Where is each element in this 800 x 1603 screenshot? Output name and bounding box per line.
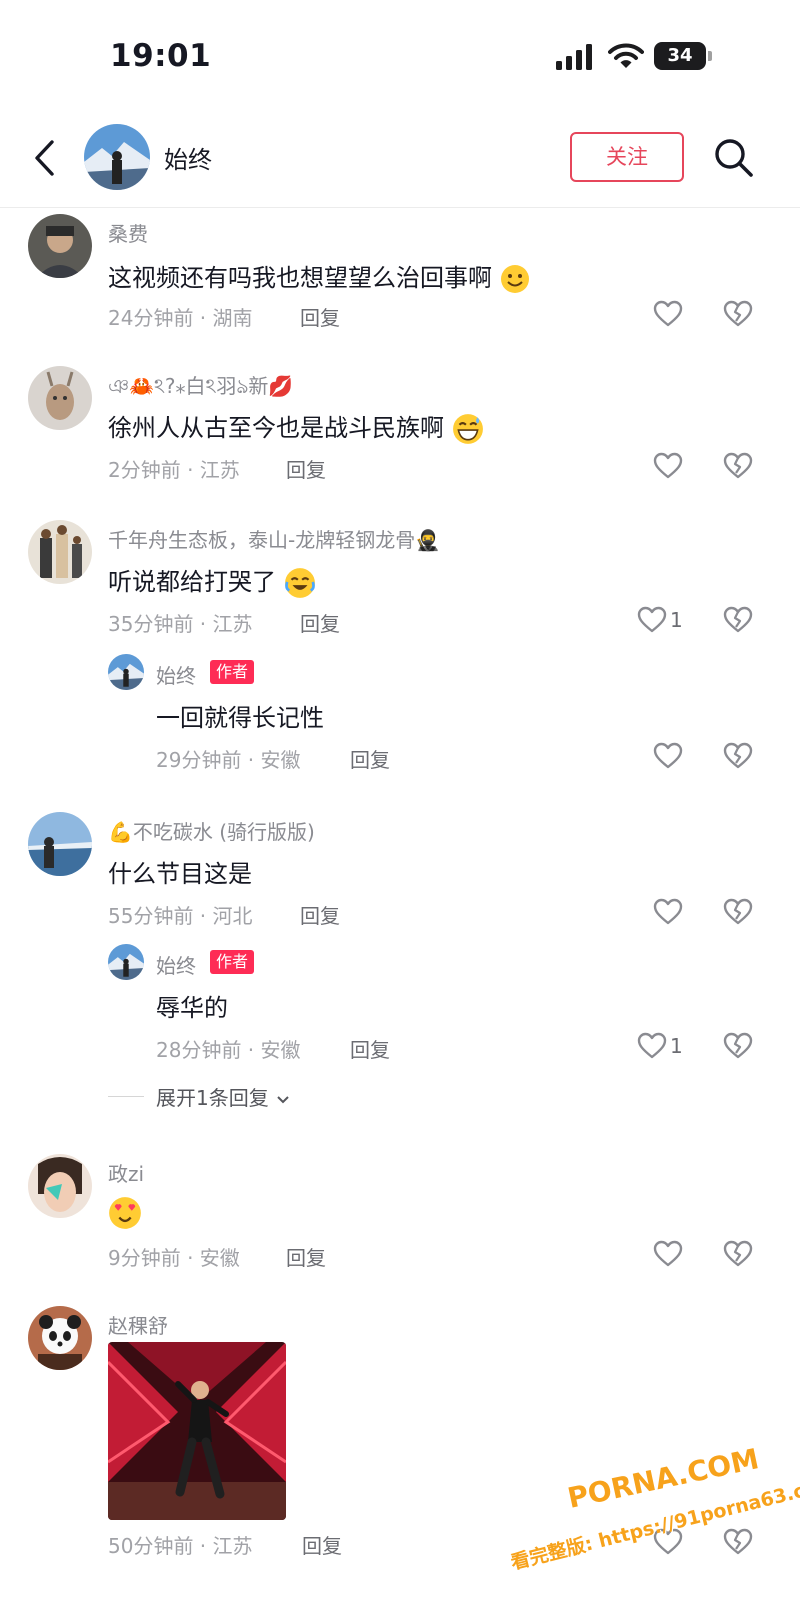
commenter-avatar[interactable]: [28, 1306, 92, 1370]
dislike-broken-heart-icon[interactable]: [722, 1526, 754, 1558]
commenter-avatar[interactable]: [28, 812, 92, 876]
reply-button[interactable]: 回复: [286, 1242, 326, 1271]
battery-level: 34: [667, 45, 693, 66]
dislike-broken-heart-icon[interactable]: [722, 1030, 754, 1062]
comment-text: 这视频还有吗我也想望望么治回事啊: [108, 258, 530, 294]
dislike-broken-heart-icon[interactable]: [722, 1238, 754, 1270]
like-count: 1: [670, 1034, 683, 1058]
commenter-avatar[interactable]: [28, 1154, 92, 1218]
search-icon[interactable]: [712, 136, 756, 180]
like-heart-icon[interactable]: [652, 298, 684, 330]
replier-name[interactable]: 始终: [156, 660, 196, 689]
commenter-name[interactable]: 千年舟生态板，泰山-龙牌轻钢龙骨🥷: [108, 524, 440, 553]
reply-text: 辱华的: [156, 994, 228, 1022]
dislike-broken-heart-icon[interactable]: [722, 298, 754, 330]
comment-text: 徐州人从古至今也是战斗民族啊: [108, 408, 484, 445]
grin-sweat-emoji-icon: [452, 414, 483, 444]
like-count: 1: [670, 608, 683, 632]
comment-text-body: 听说都给打哭了: [108, 568, 276, 596]
status-bar: 19:01 34: [0, 0, 800, 110]
author-badge: 作者: [210, 660, 255, 684]
reply-time-location: 28分钟前 · 安徽: [156, 1038, 301, 1062]
dislike-broken-heart-icon[interactable]: [722, 740, 754, 772]
wifi-icon: [608, 43, 644, 68]
like-heart-icon[interactable]: [652, 740, 684, 772]
video-header: 始终 关注: [0, 110, 800, 208]
commenter-avatar[interactable]: [28, 214, 92, 278]
like-heart-icon[interactable]: [636, 1030, 668, 1062]
reply-button[interactable]: 回复: [300, 608, 340, 637]
comment-time-location: 9分钟前 · 安徽: [108, 1246, 240, 1270]
comment-text: 什么节目这是: [108, 860, 252, 888]
comment-time-location: 24分钟前 · 湖南: [108, 306, 253, 330]
dislike-broken-heart-icon[interactable]: [722, 450, 754, 482]
reply-button[interactable]: 回复: [286, 454, 326, 483]
dislike-broken-heart-icon[interactable]: [722, 604, 754, 636]
battery-icon: 34: [654, 42, 706, 70]
status-time: 19:01: [110, 38, 212, 74]
replier-avatar[interactable]: [108, 944, 144, 980]
commenter-avatar[interactable]: [28, 366, 92, 430]
smile-emoji-icon: [500, 265, 529, 293]
like-heart-icon[interactable]: [652, 1238, 684, 1270]
comment-time-location: 2分钟前 · 江苏: [108, 458, 240, 482]
reply-button[interactable]: 回复: [300, 302, 340, 331]
chevron-down-icon: [277, 1095, 289, 1103]
reply-button[interactable]: 回复: [350, 1034, 390, 1063]
like-heart-icon[interactable]: [652, 896, 684, 928]
reply-time-location: 29分钟前 · 安徽: [156, 748, 301, 772]
crying-laughing-emoji-icon: [284, 568, 315, 598]
comment-time-location: 50分钟前 · 江苏: [108, 1534, 253, 1558]
expand-divider: [108, 1096, 144, 1097]
reply-text: 一回就得长记性: [156, 704, 324, 732]
reply-button[interactable]: 回复: [302, 1530, 342, 1559]
like-heart-icon[interactable]: [652, 450, 684, 482]
heart-eyes-emoji-icon: [109, 1197, 141, 1229]
back-arrow-icon[interactable]: [30, 136, 58, 180]
commenter-name[interactable]: ঞ🦀ঽ?⁎白ঽ羽ঌ新💋: [108, 370, 293, 405]
expand-replies-label: 展开1条回复: [156, 1086, 269, 1110]
author-badge: 作者: [210, 950, 255, 974]
commenter-avatar[interactable]: [28, 520, 92, 584]
replier-avatar[interactable]: [108, 654, 144, 690]
comment-time-location: 55分钟前 · 河北: [108, 904, 253, 928]
reply-button[interactable]: 回复: [300, 900, 340, 929]
comment-text: [108, 1196, 142, 1230]
comment-text-body: 徐州人从古至今也是战斗民族啊: [108, 414, 444, 442]
dislike-broken-heart-icon[interactable]: [722, 896, 754, 928]
commenter-name[interactable]: 政zi: [108, 1158, 144, 1187]
comment-text: 听说都给打哭了: [108, 562, 316, 599]
follow-button[interactable]: 关注: [570, 132, 684, 182]
like-heart-icon[interactable]: [636, 604, 668, 636]
battery-tip: [708, 51, 712, 61]
author-name[interactable]: 始终: [164, 140, 212, 175]
commenter-name[interactable]: 💪不吃碳水 (骑行版版): [108, 816, 315, 845]
expand-replies-button[interactable]: 展开1条回复: [156, 1082, 291, 1111]
comment-time-location: 35分钟前 · 江苏: [108, 612, 253, 636]
cellular-signal-icon: [556, 44, 592, 70]
replier-name[interactable]: 始终: [156, 950, 196, 979]
comment-text-body: 这视频还有吗我也想望望么治回事啊: [108, 264, 492, 292]
reply-button[interactable]: 回复: [350, 744, 390, 773]
commenter-name[interactable]: 赵稞舒: [108, 1310, 168, 1339]
comment-gif-image[interactable]: [108, 1342, 286, 1520]
author-avatar[interactable]: [84, 124, 150, 190]
commenter-name[interactable]: 桑费: [108, 218, 148, 247]
